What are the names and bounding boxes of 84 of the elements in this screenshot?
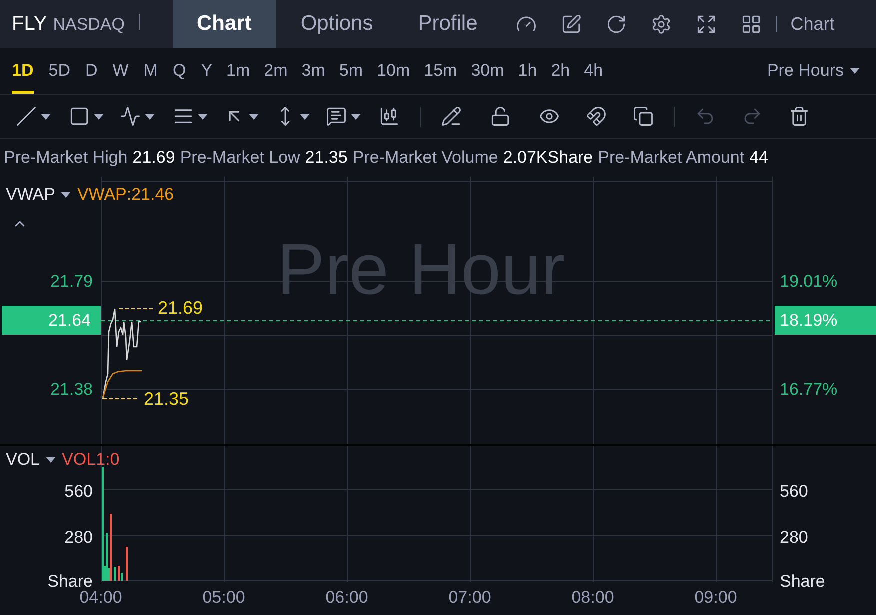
stat-label: Pre-Market Amount	[598, 148, 745, 168]
caret-icon[interactable]	[249, 114, 259, 120]
timeframe-tab[interactable]: 1m	[226, 48, 250, 94]
expand-icon[interactable]	[696, 14, 717, 34]
candlestick-icon[interactable]	[379, 106, 400, 127]
pencil-icon[interactable]	[441, 106, 462, 127]
caret-icon[interactable]	[198, 114, 208, 120]
tab[interactable]: Options	[276, 0, 398, 48]
timeframe-tab[interactable]: Y	[201, 48, 213, 94]
refresh-icon[interactable]	[606, 14, 627, 34]
timeframe-tab[interactable]: 1h	[518, 48, 538, 94]
caret-icon[interactable]	[41, 114, 51, 120]
magnet-icon[interactable]	[586, 106, 607, 127]
caret-icon[interactable]	[850, 68, 860, 74]
caret-icon[interactable]	[94, 114, 104, 120]
stat-value: 21.69	[132, 148, 176, 168]
stat-value: 21.35	[305, 148, 348, 168]
edit-icon[interactable]	[560, 14, 582, 34]
stat-value: 2.07KShare	[503, 148, 594, 168]
price-tick: 21.38	[50, 380, 93, 400]
indicator-name[interactable]: VWAP	[6, 185, 56, 205]
timeframe-tab[interactable]: 2m	[264, 48, 288, 94]
timeframe-tab[interactable]: 15m	[424, 48, 458, 94]
timeframe-tab[interactable]: M	[144, 48, 158, 94]
timeframe-tab[interactable]: D	[85, 48, 98, 94]
grid-icon[interactable]	[740, 14, 762, 34]
time-label: 04:00	[80, 588, 122, 608]
caret-icon[interactable]	[351, 114, 361, 120]
volume-tick: 560	[780, 482, 808, 502]
tab[interactable]: Chart	[173, 0, 276, 48]
timeframe-tab[interactable]: Q	[172, 48, 186, 94]
copy-icon[interactable]	[633, 106, 654, 127]
timeframe-tab[interactable]: 30m	[471, 48, 504, 94]
time-label: 05:00	[202, 588, 246, 608]
indicator-value: VOL1:0	[62, 450, 120, 470]
ticker-symbol: FLY	[12, 12, 48, 36]
settings-icon[interactable]	[650, 14, 672, 34]
stat-value: 44	[750, 148, 769, 168]
indicator-value: VWAP:21.46	[77, 185, 174, 205]
caret-icon[interactable]	[300, 114, 310, 120]
low-marker: 21.35	[144, 389, 190, 409]
caret-icon[interactable]	[61, 192, 72, 198]
high-marker: 21.69	[158, 298, 204, 318]
volume-tick: Share	[780, 572, 826, 592]
caret-icon[interactable]	[46, 457, 56, 463]
timeframe-tab[interactable]: 1D	[12, 48, 34, 94]
tab[interactable]: Profile	[398, 0, 498, 48]
vwap-line	[102, 370, 142, 398]
current-price-badge: 21.64	[2, 306, 101, 335]
current-change-badge: 18.19%	[775, 306, 876, 335]
trash-icon[interactable]	[789, 106, 810, 127]
price-tick: 21.79	[50, 272, 93, 292]
timeframe-tab[interactable]: 5D	[48, 48, 70, 94]
square-icon[interactable]	[69, 106, 90, 127]
indicator-name[interactable]: VOL	[6, 450, 40, 470]
volume-tick: Share	[48, 572, 93, 591]
time-label: 08:00	[572, 588, 614, 608]
volume-tick: 560	[64, 482, 93, 502]
change-tick: 19.01%	[780, 272, 838, 292]
volume-tick: 280	[64, 528, 93, 548]
time-label: 06:00	[326, 588, 368, 608]
volume-tick: 280	[780, 528, 808, 548]
caret-icon[interactable]	[145, 114, 155, 120]
change-tick: 16.77%	[780, 380, 838, 400]
leader-line	[118, 308, 154, 310]
chart-label[interactable]: Chart	[790, 14, 835, 34]
timeframe-tab[interactable]: 2h	[551, 48, 570, 94]
stat-label: Pre-Market Volume	[352, 148, 498, 168]
text-box-icon[interactable]	[326, 106, 347, 127]
time-label: 09:00	[694, 588, 738, 608]
exchange-name: NASDAQ	[53, 14, 125, 34]
zigzag-icon[interactable]	[120, 106, 141, 127]
stat-label: Pre-Market Low	[180, 148, 300, 168]
timeframe-tab[interactable]: 10m	[377, 48, 410, 94]
timeframe-tab[interactable]: 4h	[584, 48, 604, 94]
leader-line	[102, 398, 138, 400]
unlock-icon[interactable]	[490, 106, 511, 127]
time-label: 07:00	[448, 588, 492, 608]
session-dropdown[interactable]: Pre Hours	[767, 61, 860, 81]
stat-label: Pre-Market High	[4, 148, 128, 168]
timeframe-tab[interactable]: 3m	[302, 48, 326, 94]
line-icon[interactable]	[16, 106, 37, 127]
timeframe-tab[interactable]: 5m	[339, 48, 364, 94]
timeframe-tab[interactable]: W	[112, 48, 129, 94]
